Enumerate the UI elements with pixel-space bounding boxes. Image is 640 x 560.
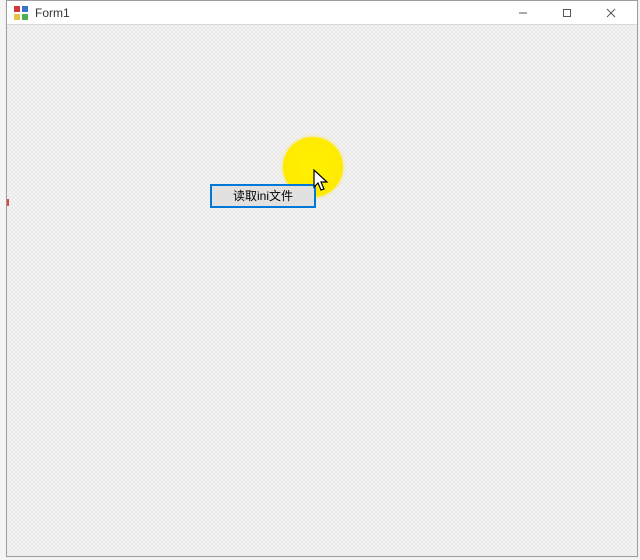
read-ini-button[interactable]: 读取ini文件 <box>211 185 315 207</box>
window-controls <box>501 1 633 24</box>
maximize-button[interactable] <box>545 1 589 24</box>
app-icon <box>13 5 29 21</box>
app-window: Form1 读取ini文件 <box>6 0 638 557</box>
artifact-mark <box>7 199 9 206</box>
window-title: Form1 <box>35 5 501 21</box>
minimize-button[interactable] <box>501 1 545 24</box>
titlebar[interactable]: Form1 <box>7 1 637 25</box>
cursor-icon <box>313 169 333 195</box>
client-area: 读取ini文件 <box>7 25 637 556</box>
close-button[interactable] <box>589 1 633 24</box>
